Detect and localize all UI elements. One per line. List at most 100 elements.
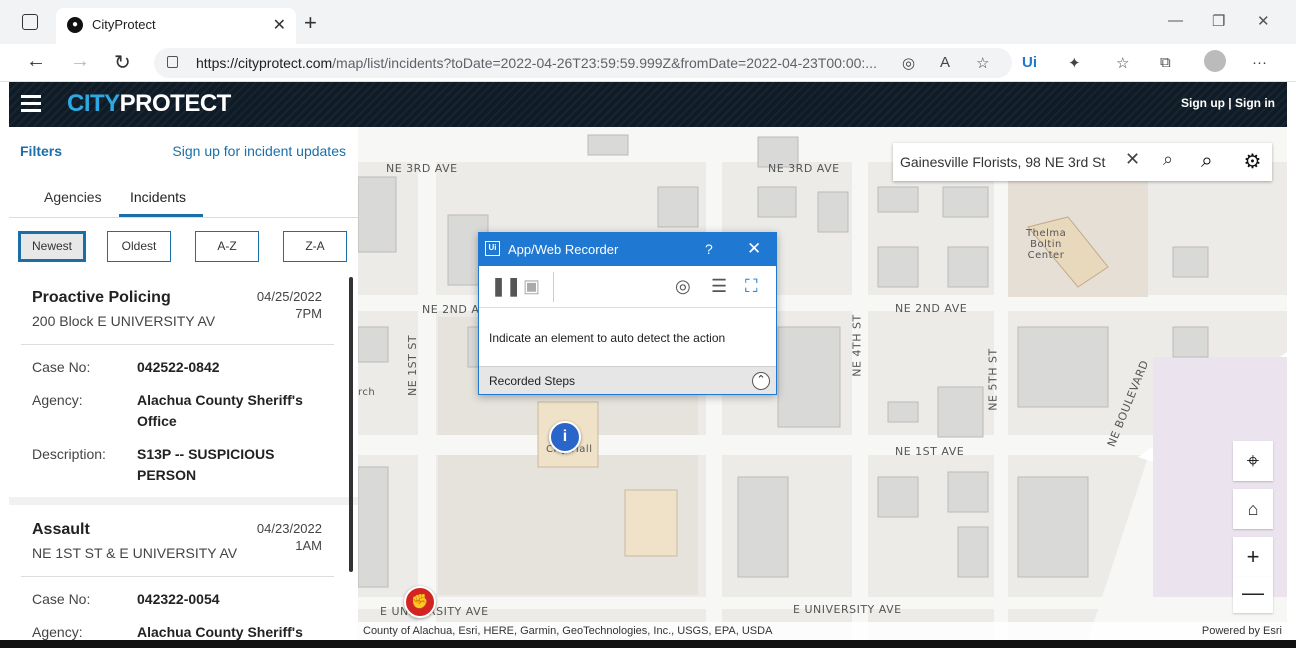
save-icon[interactable]: ▣ [523, 276, 540, 297]
road-label: NE 3RD AVE [768, 162, 840, 175]
incident-title: Proactive Policing [32, 289, 171, 306]
sort-newest-button[interactable]: Newest [18, 231, 86, 262]
panel-scrollbar[interactable] [349, 277, 353, 572]
incident-datetime: 04/23/2022 1AM [256, 521, 322, 553]
description-label: Description: [32, 446, 106, 462]
agency-label: Agency: [32, 392, 83, 408]
sort-za-button[interactable]: Z-A [283, 231, 347, 262]
powered-by-esri[interactable]: Powered by Esri [1202, 622, 1282, 640]
divider [9, 217, 358, 218]
case-label: Case No: [32, 359, 91, 375]
taskbar [0, 640, 1296, 648]
pause-icon[interactable]: ❚❚ [491, 276, 521, 297]
recorder-close-icon[interactable]: ✕ [747, 239, 761, 259]
tab-title: CityProtect [92, 17, 156, 32]
road-label: NE 2ND AVE [895, 302, 968, 315]
recorder-title: App/Web Recorder [508, 242, 619, 257]
recorded-steps-label: Recorded Steps [489, 374, 576, 388]
cityprotect-logo[interactable]: CITYPROTECT [67, 90, 231, 118]
tab-close-icon[interactable]: ✕ [273, 15, 286, 35]
agency-value: Alachua County Sheriff's Office [137, 392, 303, 429]
refresh-icon[interactable]: ↻ [114, 50, 131, 75]
signup-updates-link[interactable]: Sign up for incident updates [172, 143, 346, 159]
locate-me-icon[interactable]: ⌖ [1233, 441, 1273, 481]
map-search-box[interactable]: Gainesville Florists, 98 NE 3rd St ✕ ⌕ ⌕ [893, 143, 1272, 181]
recorder-titlebar[interactable]: Ui App/Web Recorder ? ✕ [479, 233, 776, 266]
app-web-recorder-dialog: Ui App/Web Recorder ? ✕ ❚❚ ▣ ◎ ☰ ⛶ Indic… [478, 232, 777, 395]
card-separator [9, 497, 358, 505]
favicon-icon: ● [67, 17, 83, 33]
minimize-icon[interactable]: — [1168, 12, 1183, 29]
address-bar-row: ← → ↻ https://cityprotect.com/map/list/i… [0, 44, 1296, 82]
road-label: NE 5TH ST [986, 348, 1000, 411]
steps-list-icon[interactable]: ☰ [711, 276, 727, 297]
browser-tabbar: ● CityProtect ✕ + — ❐ ✕ [0, 0, 1296, 44]
zoom-in-icon[interactable]: + [1233, 537, 1273, 577]
site-header: CITYPROTECT Sign up | Sign in [9, 82, 1287, 127]
incident-info-pin-icon[interactable]: i [549, 421, 581, 453]
case-label: Case No: [32, 591, 91, 607]
attribution-text: County of Alachua, Esri, HERE, Garmin, G… [363, 625, 773, 637]
extensions-icon[interactable]: ✦ [1068, 54, 1081, 72]
location-icon[interactable]: ◎ [902, 54, 915, 72]
road-label: NE 1ST ST [406, 334, 420, 397]
sort-az-button[interactable]: A-Z [195, 231, 259, 262]
collections-icon[interactable]: ⧉ [1160, 54, 1171, 71]
tab-agencies[interactable]: Agencies [44, 189, 102, 205]
divider [21, 344, 334, 345]
description-value: S13P -- SUSPICIOUS PERSON [137, 446, 275, 483]
search-icon[interactable]: ⌕ [1163, 149, 1173, 170]
basemap-toggle-icon[interactable]: ⌂ [1233, 489, 1273, 529]
profile-avatar[interactable] [1204, 50, 1226, 72]
restore-icon[interactable]: ❐ [1212, 12, 1225, 30]
road-label: NE 2ND AV [422, 303, 487, 316]
lock-icon [167, 56, 178, 68]
url-text: https://cityprotect.com/map/list/inciden… [196, 55, 877, 71]
recorder-help-button[interactable]: ? [705, 241, 713, 257]
divider [21, 576, 334, 577]
filters-link[interactable]: Filters [20, 143, 62, 159]
browser-tab[interactable]: ● CityProtect ✕ [56, 8, 296, 44]
map-search-input[interactable]: Gainesville Florists, 98 NE 3rd St [900, 154, 1110, 170]
recorded-steps-bar[interactable]: Recorded Steps ⌃ [479, 366, 776, 394]
more-menu-icon[interactable]: ··· [1252, 54, 1267, 71]
poi-label: Thelma Boltin Center [1026, 228, 1067, 261]
menu-icon[interactable] [21, 95, 41, 113]
sort-oldest-button[interactable]: Oldest [107, 231, 171, 262]
recorder-message: Indicate an element to auto detect the a… [489, 331, 726, 345]
recorder-toolbar: ❚❚ ▣ ◎ ☰ ⛶ [479, 266, 776, 308]
incident-panel: Filters Sign up for incident updates Age… [9, 127, 358, 640]
incident-assault-pin-icon[interactable]: ✊ [404, 586, 436, 618]
case-number: 042322-0054 [137, 591, 220, 607]
screen-capture-icon[interactable]: ⛶ [745, 276, 758, 297]
search-large-icon[interactable]: ⌕ [1201, 149, 1213, 173]
map-settings-gear-icon[interactable]: ⚙ [1233, 143, 1272, 181]
road-label: E UNIVERSITY AVE [793, 603, 902, 616]
forward-icon[interactable]: → [70, 50, 90, 73]
target-icon[interactable]: ◎ [675, 276, 691, 297]
new-tab-icon[interactable]: + [304, 10, 317, 36]
clear-search-icon[interactable]: ✕ [1125, 149, 1140, 170]
tab-incidents[interactable]: Incidents [130, 189, 186, 205]
chevron-up-icon[interactable]: ⌃ [752, 372, 770, 390]
road-label: NE 1ST AVE [895, 445, 965, 458]
back-icon[interactable]: ← [26, 50, 46, 73]
uipath-logo-icon: Ui [485, 241, 500, 256]
incident-datetime: 04/25/2022 7PM [256, 289, 322, 321]
tab-actions-icon[interactable] [22, 14, 38, 30]
read-aloud-icon[interactable]: A [940, 54, 950, 71]
poi-label: rch [358, 387, 376, 398]
favorite-add-icon[interactable]: ☆ [976, 54, 989, 72]
favorites-icon[interactable]: ☆ [1116, 54, 1129, 72]
divider [553, 272, 554, 302]
map-attribution: County of Alachua, Esri, HERE, Garmin, G… [358, 622, 1287, 640]
road-label: NE 4TH ST [850, 314, 864, 377]
zoom-out-icon[interactable]: — [1233, 577, 1273, 613]
uipath-extension-icon[interactable]: Ui [1022, 54, 1037, 71]
road-label: NE 3RD AVE [386, 162, 458, 175]
url-field[interactable]: https://cityprotect.com/map/list/inciden… [154, 48, 1012, 78]
incident-address: 200 Block E UNIVERSITY AV [32, 313, 216, 329]
incident-address: NE 1ST ST & E UNIVERSITY AV [32, 545, 238, 561]
signup-signin-link[interactable]: Sign up | Sign in [1181, 96, 1275, 110]
window-close-icon[interactable]: ✕ [1257, 12, 1270, 30]
